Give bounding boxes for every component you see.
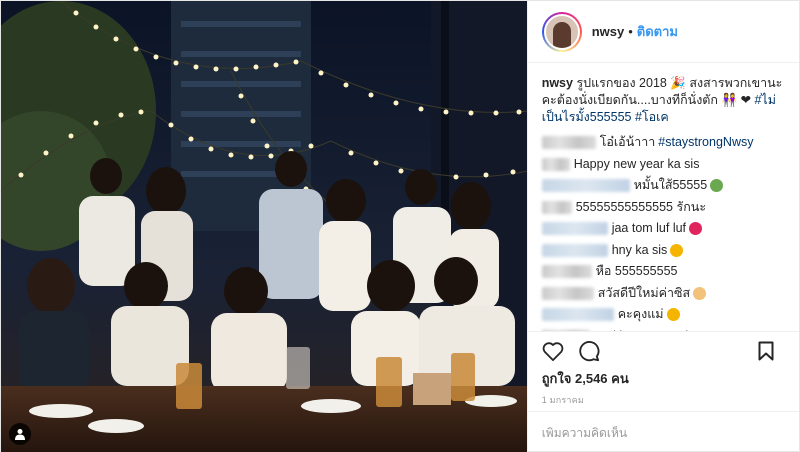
comment-row: 55555555555555 รักนะ xyxy=(541,197,785,219)
group-photo-image xyxy=(1,1,527,452)
post-header: nwsy • ติดตาม xyxy=(527,1,799,63)
heart-icon[interactable] xyxy=(540,338,566,364)
comment-text: โอ๋เอ้น้าาา xyxy=(599,135,656,149)
caption-username[interactable]: nwsy xyxy=(542,76,573,90)
post-side-panel: nwsy • ติดตาม nwsy รูปแรกของ 2018 🎉 สงสา… xyxy=(526,1,799,452)
caption-text: รูปแรกของ 2018 🎉 สงสารพวกเขานะคะต้องนั่ง… xyxy=(541,76,783,107)
comment-row: Happy new year ka sis xyxy=(541,154,785,176)
comment-username-redacted[interactable] xyxy=(541,136,596,150)
comment-text: 55555555555555 รักนะ xyxy=(575,199,707,214)
comment-text: Happy new year ka sis xyxy=(573,156,700,171)
comment-row: คะคุงแม่ xyxy=(541,304,785,326)
post-actions xyxy=(527,331,799,369)
bookmark-icon[interactable] xyxy=(753,338,779,364)
comment-username-redacted[interactable] xyxy=(541,286,594,300)
comment-text: jaa tom luf luf xyxy=(611,221,687,235)
comment-username-redacted[interactable] xyxy=(541,157,570,171)
comment-row: สวัสดีปีใหม่ค่าซิส xyxy=(541,283,785,305)
comments-list: nwsy รูปแรกของ 2018 🎉 สงสารพวกเขานะคะต้อ… xyxy=(528,63,799,331)
comment-username-redacted[interactable] xyxy=(541,243,608,257)
comment-username-redacted[interactable] xyxy=(541,308,614,322)
like-count[interactable]: ถูกใจ 2,546 คน xyxy=(528,369,799,389)
comment-input[interactable] xyxy=(541,425,785,440)
comment-row: jaa tom luf luf xyxy=(541,218,785,240)
emoji-icon xyxy=(693,286,707,300)
avatar[interactable] xyxy=(541,11,582,52)
comment-text: คะคุงแม่ xyxy=(617,307,664,321)
comment-text: หือ 555555555 xyxy=(595,264,678,278)
comment-row: หมั้นใส้55555 xyxy=(541,175,785,197)
header-dot: • xyxy=(628,24,633,39)
comment-row: หือ 555555555 xyxy=(541,261,785,283)
comment-text: หมั้นใส้55555 xyxy=(633,178,708,192)
comment-row: โอ๋เอ้น้าาา #staystrongNwsy xyxy=(541,132,785,154)
caption: nwsy รูปแรกของ 2018 🎉 สงสารพวกเขานะคะต้อ… xyxy=(542,75,785,126)
comment-username-redacted[interactable] xyxy=(541,265,592,279)
comment-icon[interactable] xyxy=(576,338,602,364)
post-photo[interactable] xyxy=(1,1,527,452)
comment-text: สวัสดีปีใหม่ค่าซิส xyxy=(597,285,691,300)
follow-button[interactable]: ติดตาม xyxy=(637,21,678,42)
comment-hashtag[interactable]: #staystrongNwsy xyxy=(658,132,753,154)
comment-username-redacted[interactable] xyxy=(541,179,630,193)
comment-text: hny ka sis xyxy=(611,242,668,257)
header-username[interactable]: nwsy xyxy=(592,24,625,39)
comment-username-redacted[interactable] xyxy=(541,200,572,214)
emoji-icon xyxy=(666,308,680,322)
instagram-post: nwsy • ติดตาม nwsy รูปแรกของ 2018 🎉 สงสา… xyxy=(0,0,800,452)
post-date[interactable]: 1 มกราคม xyxy=(528,389,799,411)
emoji-icon xyxy=(689,222,703,236)
comment-row: hny ka sis xyxy=(541,240,785,262)
tagged-people-icon[interactable] xyxy=(9,423,31,445)
emoji-icon xyxy=(710,179,724,193)
comment-username-redacted[interactable] xyxy=(541,222,608,236)
emoji-icon xyxy=(670,243,684,257)
add-comment-bar xyxy=(527,411,799,452)
